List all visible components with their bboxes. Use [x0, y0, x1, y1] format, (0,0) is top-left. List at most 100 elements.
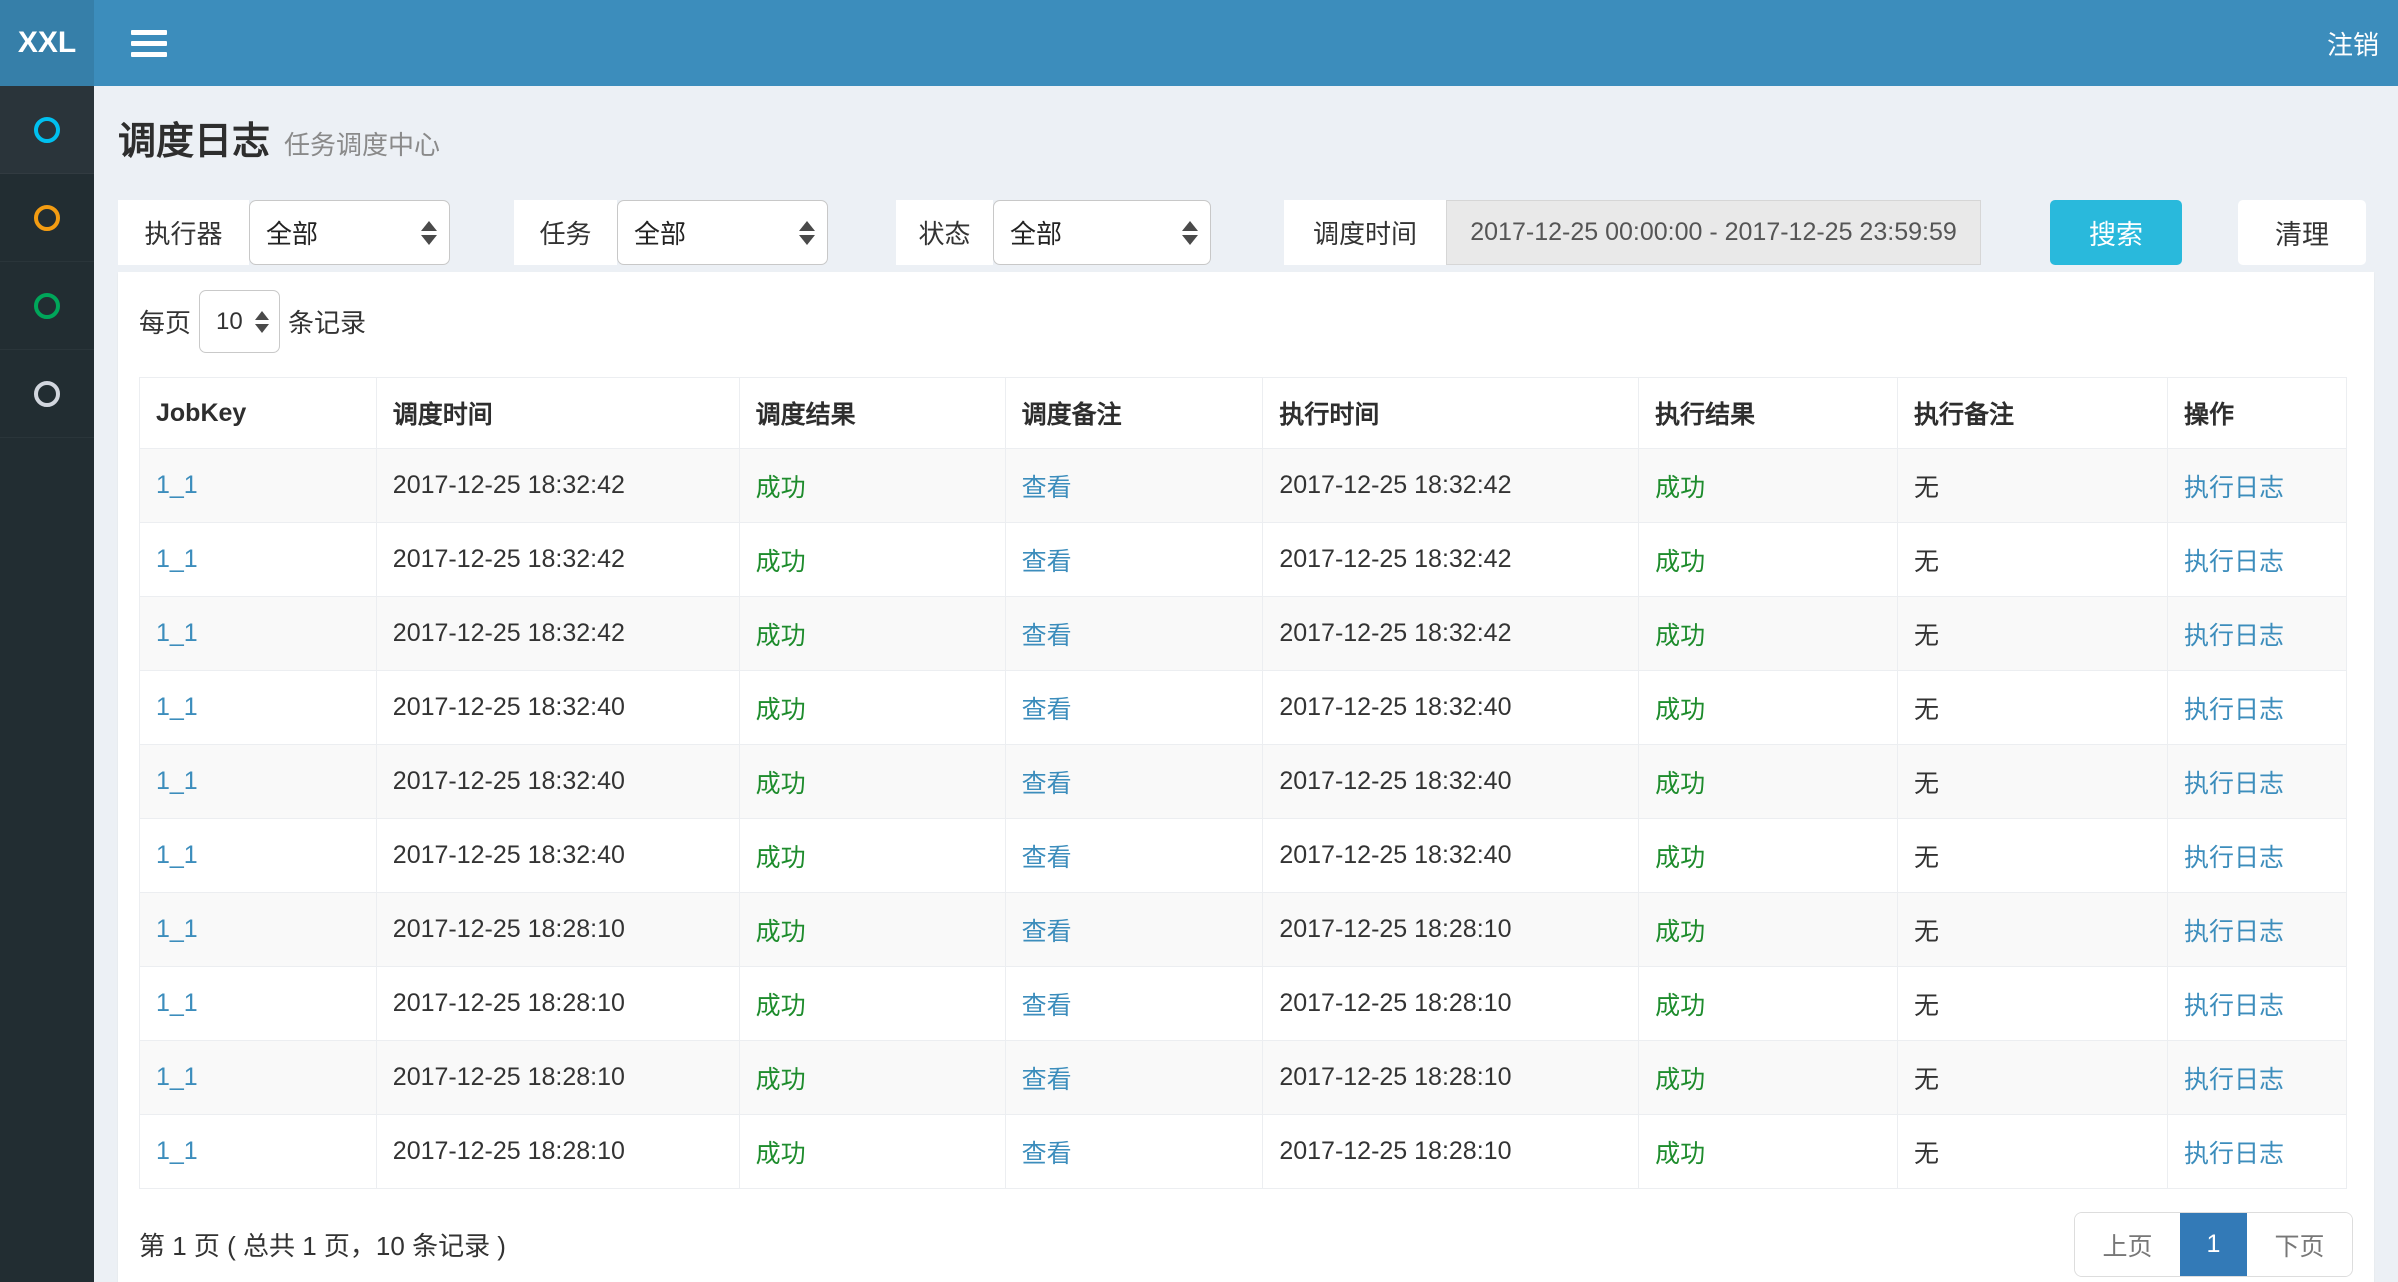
exec-log-link[interactable]: 执行日志	[2184, 770, 2284, 798]
trigger-msg-link[interactable]: 查看	[1022, 474, 1072, 502]
time-range-input[interactable]: 2017-12-25 00:00:00 - 2017-12-25 23:59:5…	[1446, 200, 1981, 265]
exec-log-link[interactable]: 执行日志	[2184, 474, 2284, 502]
job-select[interactable]: 全部	[617, 200, 828, 265]
table-cell: 2017-12-25 18:32:40	[1263, 745, 1639, 819]
handle-time: 2017-12-25 18:28:10	[1279, 989, 1511, 1017]
table-cell: 成功	[1639, 597, 1898, 671]
table-cell: 成功	[1639, 1041, 1898, 1115]
trigger-msg-link[interactable]: 查看	[1022, 1066, 1072, 1094]
sidebar-item-2[interactable]	[0, 174, 94, 262]
hamburger-icon[interactable]	[121, 20, 177, 67]
filter-toolbar: 执行器 全部 任务 全部 状态 全部 调度时间 2017-12-25 00:00…	[118, 200, 2374, 265]
jobkey-link[interactable]: 1_1	[156, 1137, 198, 1165]
jobkey-link[interactable]: 1_1	[156, 767, 198, 795]
table-cell: 1_1	[140, 967, 377, 1041]
jobkey-link[interactable]: 1_1	[156, 545, 198, 573]
table-cell: 2017-12-25 18:28:10	[1263, 967, 1639, 1041]
logout-link[interactable]: 注销	[2323, 19, 2383, 68]
table-cell: 1_1	[140, 893, 377, 967]
exec-log-link[interactable]: 执行日志	[2184, 1066, 2284, 1094]
trigger-time: 2017-12-25 18:28:10	[393, 915, 625, 943]
handle-msg: 无	[1914, 770, 1939, 798]
sidebar-item-1[interactable]	[0, 86, 94, 174]
table-cell: 2017-12-25 18:28:10	[1263, 1041, 1639, 1115]
trigger-msg-link[interactable]: 查看	[1022, 770, 1072, 798]
table-row: 1_12017-12-25 18:28:10成功查看2017-12-25 18:…	[140, 967, 2347, 1041]
clear-button[interactable]: 清理	[2238, 200, 2366, 265]
column-header-trigger-result: 调度结果	[739, 378, 1005, 449]
table-cell: 成功	[1639, 819, 1898, 893]
executor-select[interactable]: 全部	[249, 200, 450, 265]
table-cell: 2017-12-25 18:32:42	[1263, 523, 1639, 597]
trigger-msg-link[interactable]: 查看	[1022, 622, 1072, 650]
page-size-row: 每页 10 条记录	[139, 290, 2353, 353]
table-cell: 成功	[739, 1041, 1005, 1115]
trigger-time: 2017-12-25 18:32:40	[393, 767, 625, 795]
navbar-main: 注销	[94, 0, 2398, 86]
table-row: 1_12017-12-25 18:32:42成功查看2017-12-25 18:…	[140, 597, 2347, 671]
exec-log-link[interactable]: 执行日志	[2184, 1140, 2284, 1168]
table-cell: 成功	[1639, 893, 1898, 967]
app-logo[interactable]: XXL	[0, 0, 94, 86]
handle-time: 2017-12-25 18:28:10	[1279, 915, 1511, 943]
status-select[interactable]: 全部	[993, 200, 1211, 265]
handle-msg: 无	[1914, 696, 1939, 724]
trigger-msg-link[interactable]: 查看	[1022, 548, 1072, 576]
search-button[interactable]: 搜索	[2050, 200, 2182, 265]
table-cell: 成功	[1639, 449, 1898, 523]
status-select-value: 全部	[1010, 214, 1062, 251]
table-row: 1_12017-12-25 18:32:40成功查看2017-12-25 18:…	[140, 819, 2347, 893]
table-cell: 查看	[1005, 523, 1263, 597]
trigger-msg-link[interactable]: 查看	[1022, 696, 1072, 724]
column-header-jobkey: JobKey	[140, 378, 377, 449]
exec-log-link[interactable]: 执行日志	[2184, 992, 2284, 1020]
select-stepper-icon	[421, 221, 437, 245]
trigger-time: 2017-12-25 18:28:10	[393, 1137, 625, 1165]
table-cell: 执行日志	[2167, 819, 2346, 893]
trigger-msg-link[interactable]: 查看	[1022, 1140, 1072, 1168]
exec-log-link[interactable]: 执行日志	[2184, 696, 2284, 724]
jobkey-link[interactable]: 1_1	[156, 915, 198, 943]
table-cell: 1_1	[140, 1115, 377, 1189]
trigger-msg-link[interactable]: 查看	[1022, 844, 1072, 872]
executor-select-value: 全部	[266, 214, 318, 251]
sidebar-item-3[interactable]	[0, 262, 94, 350]
trigger-msg-link[interactable]: 查看	[1022, 918, 1072, 946]
sidebar	[0, 86, 94, 1282]
table-cell: 查看	[1005, 819, 1263, 893]
exec-log-link[interactable]: 执行日志	[2184, 918, 2284, 946]
table-cell: 成功	[739, 819, 1005, 893]
next-page-button[interactable]: 下页	[2247, 1213, 2352, 1276]
table-row: 1_12017-12-25 18:28:10成功查看2017-12-25 18:…	[140, 1115, 2347, 1189]
pagination: 上页 1 下页	[2074, 1212, 2353, 1277]
current-page-button[interactable]: 1	[2180, 1213, 2247, 1276]
jobkey-link[interactable]: 1_1	[156, 1063, 198, 1091]
table-cell: 2017-12-25 18:28:10	[376, 967, 739, 1041]
exec-log-link[interactable]: 执行日志	[2184, 844, 2284, 872]
jobkey-link[interactable]: 1_1	[156, 471, 198, 499]
table-row: 1_12017-12-25 18:32:42成功查看2017-12-25 18:…	[140, 523, 2347, 597]
trigger-msg-link[interactable]: 查看	[1022, 992, 1072, 1020]
handle-msg: 无	[1914, 918, 1939, 946]
table-row: 1_12017-12-25 18:28:10成功查看2017-12-25 18:…	[140, 1041, 2347, 1115]
jobkey-link[interactable]: 1_1	[156, 841, 198, 869]
table-cell: 2017-12-25 18:28:10	[1263, 893, 1639, 967]
exec-log-link[interactable]: 执行日志	[2184, 622, 2284, 650]
jobkey-link[interactable]: 1_1	[156, 619, 198, 647]
sidebar-item-4[interactable]	[0, 350, 94, 438]
trigger-time: 2017-12-25 18:32:42	[393, 619, 625, 647]
exec-log-link[interactable]: 执行日志	[2184, 548, 2284, 576]
trigger-time: 2017-12-25 18:28:10	[393, 1063, 625, 1091]
select-stepper-icon	[1182, 221, 1198, 245]
table-cell: 执行日志	[2167, 893, 2346, 967]
table-cell: 无	[1898, 819, 2168, 893]
table-cell: 1_1	[140, 745, 377, 819]
handle-time: 2017-12-25 18:32:40	[1279, 767, 1511, 795]
jobkey-link[interactable]: 1_1	[156, 693, 198, 721]
jobkey-link[interactable]: 1_1	[156, 989, 198, 1017]
prev-page-button[interactable]: 上页	[2075, 1213, 2180, 1276]
handle-msg: 无	[1914, 1066, 1939, 1094]
page-size-label-before: 每页	[139, 303, 191, 340]
page-size-select[interactable]: 10	[199, 290, 280, 353]
trigger-result: 成功	[756, 1066, 806, 1094]
